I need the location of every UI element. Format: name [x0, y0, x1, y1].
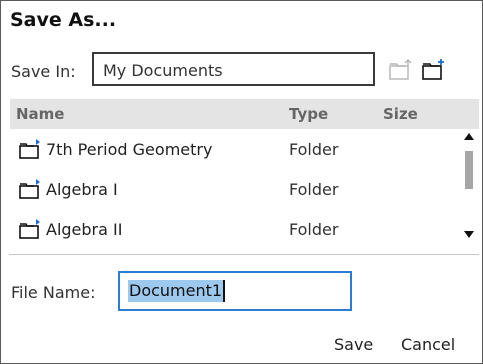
- file-type-cell: Folder: [289, 220, 339, 239]
- file-name-input[interactable]: Document1: [118, 271, 352, 311]
- file-name-label: File Name:: [11, 283, 96, 302]
- folder-icon: [19, 139, 40, 159]
- file-name-cell: Algebra I: [46, 180, 118, 199]
- file-type-cell: Folder: [289, 140, 339, 159]
- cancel-button[interactable]: Cancel: [401, 335, 455, 354]
- scroll-down-arrow-icon[interactable]: [464, 231, 474, 238]
- save-in-label: Save In:: [11, 62, 76, 81]
- column-header-name[interactable]: Name: [16, 105, 64, 123]
- save-in-value: My Documents: [103, 61, 223, 80]
- list-item[interactable]: Algebra II Folder: [10, 211, 458, 251]
- dialog-title: Save As...: [10, 9, 117, 31]
- file-type-cell: Folder: [289, 180, 339, 199]
- column-header-size[interactable]: Size: [383, 105, 418, 123]
- file-name-cell: 7th Period Geometry: [46, 140, 213, 159]
- divider: [9, 254, 479, 255]
- new-folder-button[interactable]: [421, 58, 447, 82]
- file-name-cell: Algebra II: [46, 220, 123, 239]
- column-header-type[interactable]: Type: [289, 105, 328, 123]
- save-as-dialog: Save As... Save In: My Documents Name Ty…: [0, 0, 483, 364]
- file-list[interactable]: Name Type Size 7th Period Geometry Folde…: [10, 99, 479, 247]
- scroll-thumb[interactable]: [465, 151, 473, 189]
- save-in-dropdown[interactable]: My Documents: [92, 52, 375, 86]
- new-folder-icon: [422, 59, 444, 80]
- list-scrollbar[interactable]: [460, 129, 479, 245]
- save-button[interactable]: Save: [334, 335, 373, 354]
- folder-icon: [19, 219, 40, 239]
- folder-up-button[interactable]: [388, 58, 414, 82]
- list-item[interactable]: 7th Period Geometry Folder: [10, 131, 458, 171]
- file-name-value: Document1: [128, 280, 226, 302]
- file-list-header: Name Type Size: [10, 99, 479, 129]
- folder-up-icon: [389, 59, 412, 80]
- list-item[interactable]: Algebra I Folder: [10, 171, 458, 211]
- folder-icon: [19, 179, 40, 199]
- scroll-up-arrow-icon[interactable]: [464, 133, 474, 140]
